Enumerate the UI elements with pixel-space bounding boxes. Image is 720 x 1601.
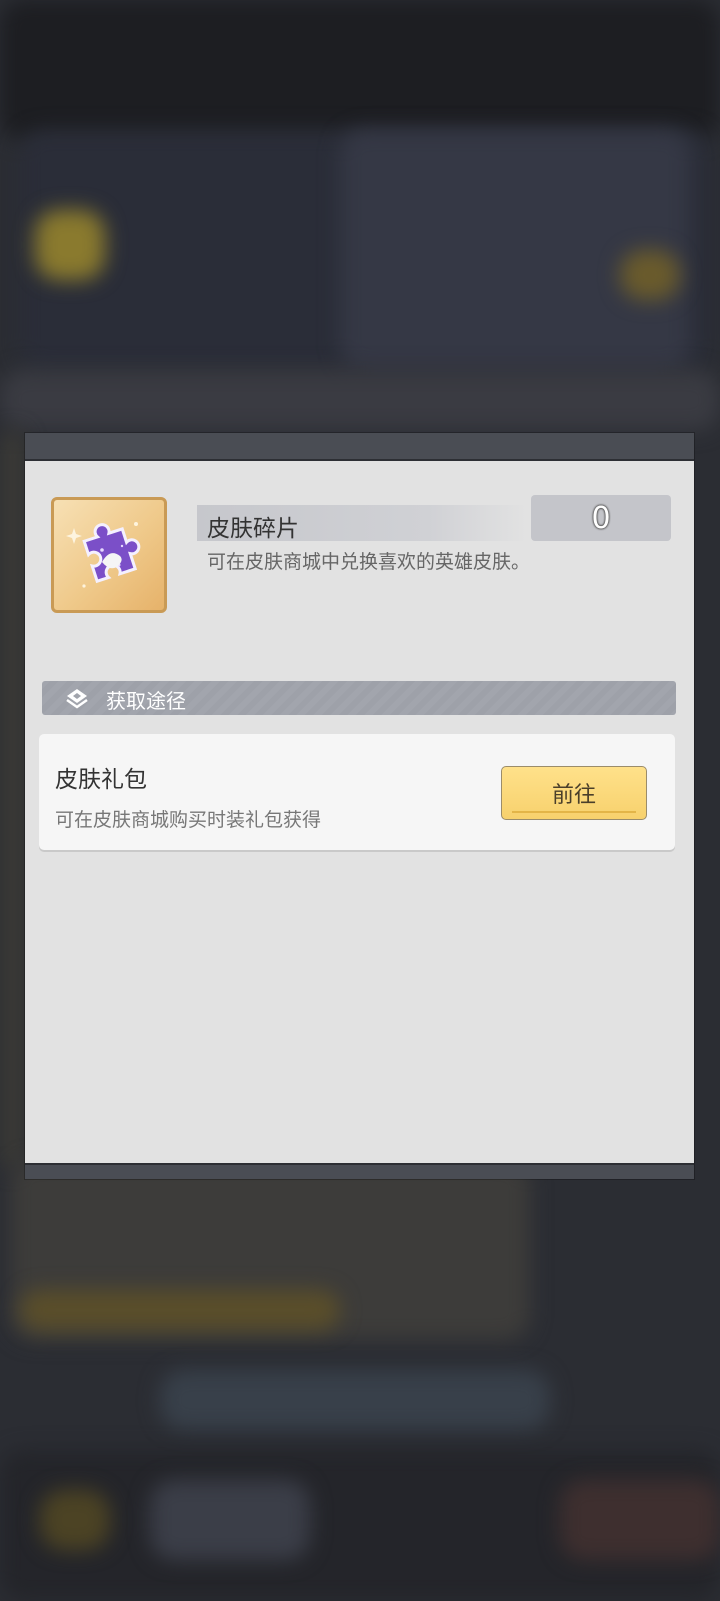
item-count: 0 <box>531 495 671 541</box>
background-top <box>0 0 720 140</box>
background-footer-card-right <box>560 1480 720 1560</box>
dialog-bottom-bar <box>25 1163 694 1179</box>
source-card: 皮肤礼包 可在皮肤商城购买时装礼包获得 前往 <box>39 734 675 850</box>
background-avatar-strip <box>160 1370 550 1430</box>
layers-chevron-icon <box>66 689 88 709</box>
background-footer-icon <box>40 1490 110 1550</box>
purple-puzzle-piece-icon <box>66 522 141 588</box>
background-gold-icon <box>35 210 105 280</box>
dialog-top-bar <box>25 433 694 461</box>
sources-section-header: 获取途径 <box>42 681 676 715</box>
background-row <box>0 370 720 430</box>
source-title: 皮肤礼包 <box>55 767 147 793</box>
item-info-dialog: 皮肤碎片 0 可在皮肤商城中兑换喜欢的英雄皮肤。 获取途径 皮肤礼包 可在皮肤商… <box>25 433 694 1179</box>
item-description: 可在皮肤商城中兑换喜欢的英雄皮肤。 <box>207 551 531 573</box>
background-gold-strip <box>20 1290 340 1330</box>
source-description: 可在皮肤商城购买时装礼包获得 <box>55 809 322 831</box>
go-button[interactable]: 前往 <box>501 766 647 820</box>
sources-section-title: 获取途径 <box>106 689 186 713</box>
background-footer-card <box>150 1480 310 1560</box>
background-left-edge <box>0 430 25 1170</box>
screen: 皮肤碎片 0 可在皮肤商城中兑换喜欢的英雄皮肤。 获取途径 皮肤礼包 可在皮肤商… <box>0 0 720 1601</box>
item-name: 皮肤碎片 <box>207 516 299 542</box>
item-icon-frame <box>51 497 167 613</box>
background-gold-icon-right <box>620 250 680 300</box>
